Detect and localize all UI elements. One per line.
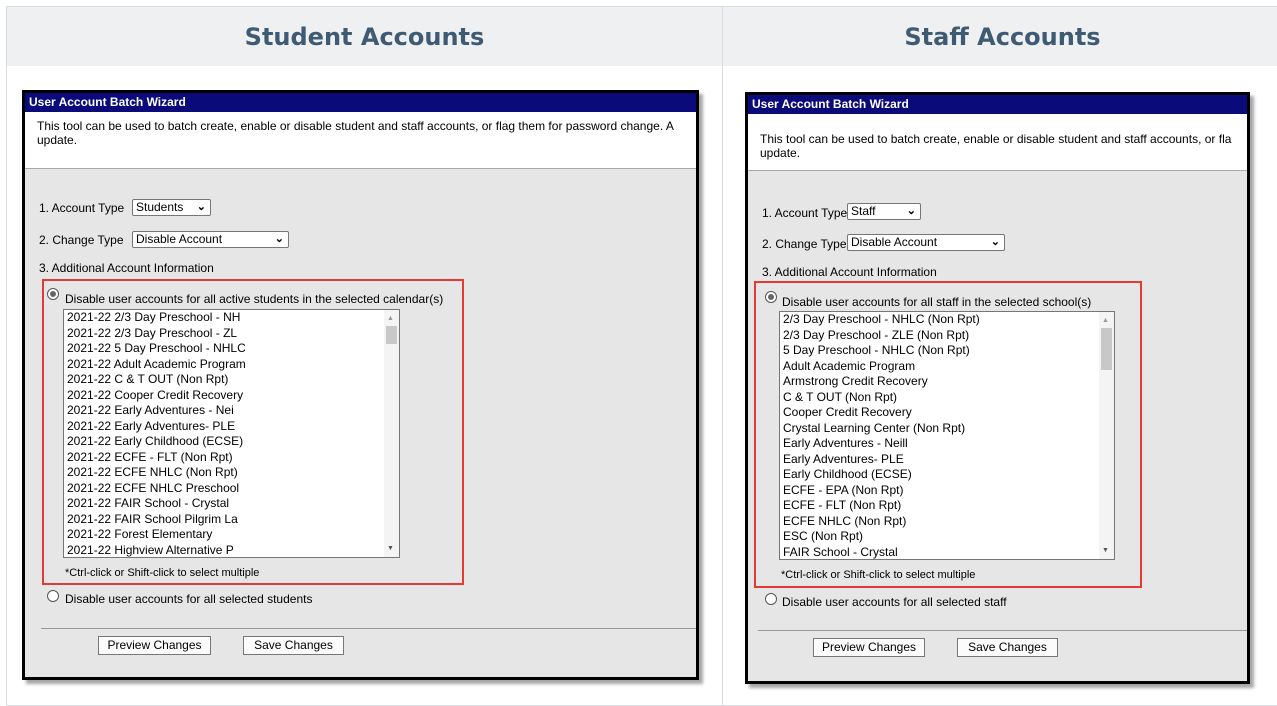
list-item[interactable]: 2021-22 2/3 Day Preschool - NH bbox=[67, 310, 240, 325]
calendar-listbox[interactable]: 2021-22 2/3 Day Preschool - NH 2021-22 2… bbox=[63, 309, 400, 558]
preview-changes-button[interactable]: Preview Changes bbox=[813, 638, 925, 657]
change-type-value: Disable Account bbox=[851, 235, 938, 249]
list-item[interactable]: Adult Academic Program bbox=[783, 359, 915, 374]
selected-students-label: Disable user accounts for all selected s… bbox=[65, 592, 313, 606]
list-item[interactable]: Cooper Credit Recovery bbox=[783, 405, 912, 420]
wizard-title: User Account Batch Wizard bbox=[748, 95, 1247, 114]
account-type-select[interactable]: Staff ⌄ bbox=[847, 203, 921, 220]
list-item[interactable]: 2021-22 Early Adventures - Nei bbox=[67, 403, 234, 418]
wizard-description: This tool can be used to batch create, e… bbox=[25, 112, 696, 169]
list-item[interactable]: 2/3 Day Preschool - ZLE (Non Rpt) bbox=[783, 328, 969, 343]
divider bbox=[758, 630, 1247, 631]
calendar-option-radio[interactable] bbox=[47, 288, 59, 300]
wizard-title: User Account Batch Wizard bbox=[25, 93, 696, 112]
divider bbox=[41, 628, 696, 629]
selected-students-radio[interactable] bbox=[47, 590, 59, 602]
chevron-down-icon: ⌄ bbox=[906, 205, 916, 217]
save-changes-button[interactable]: Save Changes bbox=[243, 636, 344, 655]
list-item[interactable]: ECFE - FLT (Non Rpt) bbox=[783, 498, 901, 513]
list-item[interactable]: Armstrong Credit Recovery bbox=[783, 374, 928, 389]
list-item[interactable]: 2/3 Day Preschool - NHLC (Non Rpt) bbox=[783, 312, 980, 327]
account-type-select[interactable]: Students ⌄ bbox=[132, 199, 211, 216]
scroll-up-icon[interactable]: ▲ bbox=[1102, 317, 1109, 324]
list-item[interactable]: 2021-22 Early Childhood (ECSE) bbox=[67, 434, 243, 449]
column-header-staff-label: Staff Accounts bbox=[904, 22, 1101, 51]
account-type-value: Students bbox=[136, 200, 184, 214]
list-item[interactable]: 2021-22 ECFE NHLC Preschool bbox=[67, 481, 239, 496]
school-listbox[interactable]: 2/3 Day Preschool - NHLC (Non Rpt) 2/3 D… bbox=[779, 311, 1115, 560]
list-item[interactable]: Early Childhood (ECSE) bbox=[783, 467, 912, 482]
change-type-label: 2. Change Type bbox=[39, 233, 124, 247]
column-header-student-label: Student Accounts bbox=[244, 22, 485, 51]
save-changes-button[interactable]: Save Changes bbox=[957, 638, 1058, 657]
change-type-value: Disable Account bbox=[136, 232, 223, 246]
additional-info-label: 3. Additional Account Information bbox=[762, 265, 937, 279]
student-wizard-panel: User Account Batch Wizard This tool can … bbox=[22, 90, 699, 680]
scroll-up-icon[interactable]: ▲ bbox=[387, 315, 394, 322]
list-item[interactable]: 2021-22 Adult Academic Program bbox=[67, 357, 246, 372]
wizard-description: This tool can be used to batch create, e… bbox=[748, 114, 1247, 171]
list-item[interactable]: 2021-22 Early Adventures- PLE bbox=[67, 419, 235, 434]
chevron-down-icon: ⌄ bbox=[274, 233, 284, 245]
list-item[interactable]: ECFE NHLC (Non Rpt) bbox=[783, 514, 906, 529]
column-header-staff: Staff Accounts bbox=[722, 6, 1277, 67]
multi-select-hint: *Ctrl-click or Shift-click to select mul… bbox=[65, 567, 260, 579]
change-type-select[interactable]: Disable Account ⌄ bbox=[132, 231, 289, 248]
list-item[interactable]: 2021-22 5 Day Preschool - NHLC bbox=[67, 341, 246, 356]
listbox-scrollbar[interactable]: ▲ ▼ bbox=[1099, 312, 1114, 559]
list-item[interactable]: 2021-22 FAIR School Pilgrim La bbox=[67, 512, 238, 527]
chevron-down-icon: ⌄ bbox=[990, 236, 1000, 248]
list-item[interactable]: 5 Day Preschool - NHLC (Non Rpt) bbox=[783, 343, 970, 358]
school-option-label: Disable user accounts for all staff in t… bbox=[782, 295, 1092, 309]
list-item[interactable]: 2021-22 C & T OUT (Non Rpt) bbox=[67, 372, 228, 387]
account-type-value: Staff bbox=[851, 204, 876, 218]
additional-info-label: 3. Additional Account Information bbox=[39, 261, 214, 275]
column-header-student: Student Accounts bbox=[6, 6, 723, 67]
selected-staff-radio[interactable] bbox=[765, 593, 777, 605]
list-item[interactable]: FAIR School - Crystal bbox=[783, 545, 898, 560]
list-item[interactable]: Early Adventures- PLE bbox=[783, 452, 904, 467]
scrollbar-thumb[interactable] bbox=[386, 326, 397, 344]
listbox-scrollbar[interactable]: ▲ ▼ bbox=[384, 310, 399, 557]
list-item[interactable]: 2021-22 2/3 Day Preschool - ZL bbox=[67, 326, 237, 341]
list-item[interactable]: 2021-22 ECFE - FLT (Non Rpt) bbox=[67, 450, 233, 465]
change-type-label: 2. Change Type bbox=[762, 237, 847, 251]
scroll-down-icon[interactable]: ▼ bbox=[387, 545, 394, 552]
list-item[interactable]: 2021-22 Highview Alternative P bbox=[67, 543, 234, 558]
chevron-down-icon: ⌄ bbox=[196, 201, 206, 213]
wizard-description-text: This tool can be used to batch create, e… bbox=[760, 132, 1232, 160]
staff-wizard-panel: User Account Batch Wizard This tool can … bbox=[745, 92, 1250, 684]
scroll-down-icon[interactable]: ▼ bbox=[1102, 547, 1109, 554]
list-item[interactable]: 2021-22 Cooper Credit Recovery bbox=[67, 388, 243, 403]
school-option-radio[interactable] bbox=[765, 291, 777, 303]
account-type-label: 1. Account Type bbox=[39, 201, 125, 215]
multi-select-hint: *Ctrl-click or Shift-click to select mul… bbox=[781, 569, 976, 581]
list-item[interactable]: 2021-22 Forest Elementary bbox=[67, 527, 212, 542]
list-item[interactable]: 2021-22 ECFE NHLC (Non Rpt) bbox=[67, 465, 238, 480]
wizard-description-text: This tool can be used to batch create, e… bbox=[37, 119, 674, 147]
list-item[interactable]: ESC (Non Rpt) bbox=[783, 529, 863, 544]
list-item[interactable]: C & T OUT (Non Rpt) bbox=[783, 390, 897, 405]
selected-staff-label: Disable user accounts for all selected s… bbox=[782, 595, 1007, 609]
list-item[interactable]: 2021-22 FAIR School - Crystal bbox=[67, 496, 229, 511]
list-item[interactable]: ECFE - EPA (Non Rpt) bbox=[783, 483, 903, 498]
calendar-option-label: Disable user accounts for all active stu… bbox=[65, 292, 444, 306]
account-type-label: 1. Account Type bbox=[762, 206, 848, 220]
scrollbar-thumb[interactable] bbox=[1101, 328, 1112, 370]
change-type-select[interactable]: Disable Account ⌄ bbox=[847, 234, 1005, 251]
list-item[interactable]: Early Adventures - Neill bbox=[783, 436, 908, 451]
list-item[interactable]: Crystal Learning Center (Non Rpt) bbox=[783, 421, 965, 436]
preview-changes-button[interactable]: Preview Changes bbox=[98, 636, 211, 655]
